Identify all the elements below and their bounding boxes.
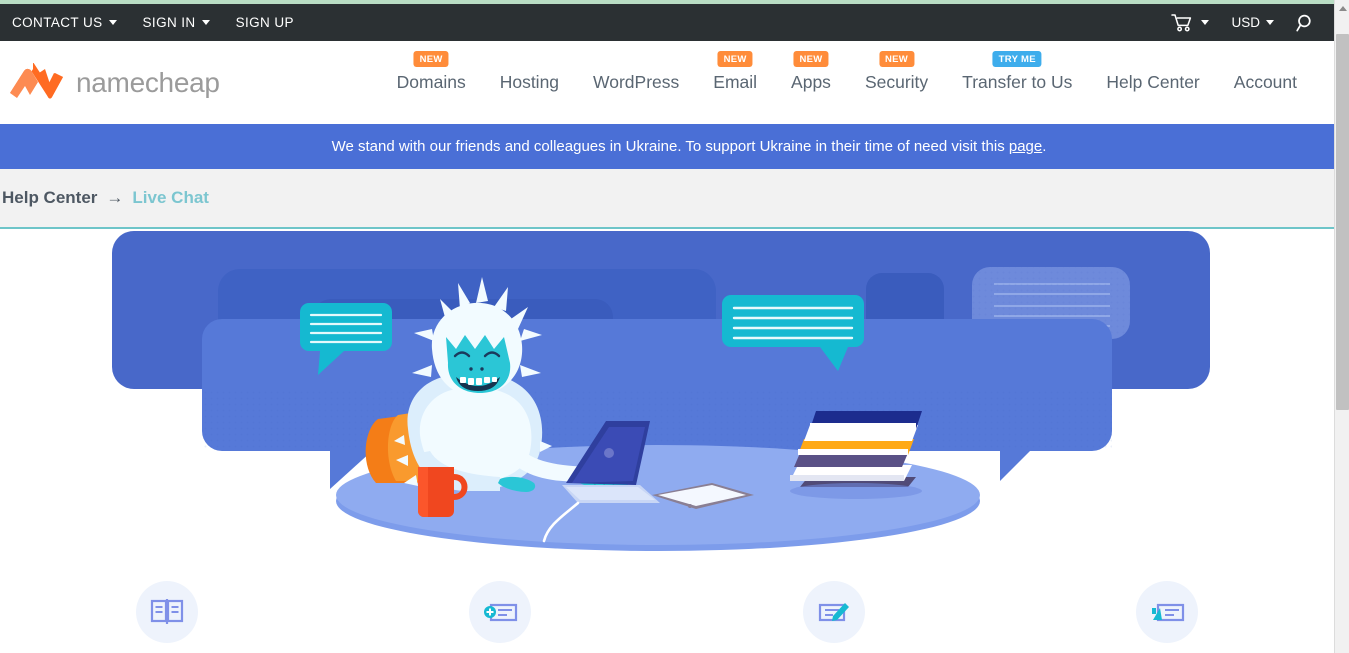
ukraine-banner-text-after: . — [1042, 138, 1047, 155]
feature-icon-strip — [0, 563, 1334, 653]
namecheap-logo-text: namecheap — [76, 66, 220, 98]
breadcrumb-item-help-center[interactable]: Help Center — [2, 188, 97, 208]
cart-button[interactable] — [1171, 13, 1210, 32]
cart-icon — [1171, 14, 1192, 32]
nav-item-account[interactable]: Account — [1217, 72, 1314, 93]
nav-item-security[interactable]: NEW Security — [848, 51, 945, 93]
feature-circle[interactable] — [135, 581, 198, 643]
announcement-card-icon — [1152, 603, 1185, 622]
currency-selector[interactable]: USD — [1231, 15, 1274, 30]
ukraine-flag-icon — [288, 137, 318, 157]
nav-item-transfer-to-us[interactable]: TRY ME Transfer to Us — [945, 51, 1089, 93]
nav-item-domains[interactable]: NEW Domains — [380, 51, 483, 93]
nav-item-help-center[interactable]: Help Center — [1089, 72, 1216, 93]
top-utility-bar: CONTACT US SIGN IN SIGN UP USD — [0, 0, 1334, 41]
nav-item-wordpress[interactable]: WordPress — [576, 72, 696, 93]
topbar-right-group: USD — [1171, 13, 1334, 33]
nav-items: NEW Domains Hosting WordPress NEW Email … — [380, 51, 1314, 93]
browser-scrollbar[interactable] — [1334, 0, 1349, 653]
breadcrumb: Help Center → Live Chat — [0, 169, 1334, 227]
nav-label-wordpress: WordPress — [593, 72, 680, 92]
nav-badge-new: NEW — [413, 51, 449, 67]
topbar-left-group: CONTACT US SIGN IN SIGN UP — [12, 15, 294, 30]
nav-label-account: Account — [1233, 72, 1297, 92]
scrollbar-up-arrow[interactable] — [1335, 0, 1349, 17]
nav-label-email: Email — [713, 72, 758, 92]
nav-label-apps: Apps — [791, 72, 831, 92]
feature-item-knowledgebase[interactable] — [0, 581, 334, 653]
hero-illustration — [0, 229, 1334, 563]
hero-section: Live Chat — [0, 227, 1334, 563]
namecheap-logo[interactable]: namecheap — [8, 62, 220, 103]
contact-us-menu[interactable]: CONTACT US — [12, 15, 117, 30]
feature-circle[interactable] — [469, 581, 532, 643]
namecheap-logo-icon — [10, 62, 63, 98]
main-navigation-bar: namecheap NEW Domains Hosting WordPress … — [0, 41, 1334, 124]
contact-us-label: CONTACT US — [12, 15, 103, 30]
chevron-down-icon — [108, 20, 117, 25]
sign-in-label: SIGN IN — [142, 15, 196, 30]
nav-label-help-center: Help Center — [1106, 72, 1200, 92]
nav-badge-new: NEW — [717, 51, 753, 67]
feature-item-submit-ticket[interactable] — [667, 581, 1001, 653]
ukraine-banner-text: We stand with our friends and colleagues… — [332, 138, 1047, 155]
open-book-icon — [150, 599, 183, 624]
feature-item-ticket-status[interactable] — [334, 581, 668, 653]
page-content: CONTACT US SIGN IN SIGN UP USD namecheap… — [0, 0, 1334, 653]
sign-in-menu[interactable]: SIGN IN — [143, 15, 210, 30]
chevron-down-icon — [1266, 20, 1274, 25]
feature-circle[interactable] — [802, 581, 865, 643]
feature-circle[interactable] — [1136, 581, 1199, 643]
currency-label: USD — [1231, 15, 1260, 30]
ukraine-banner-text-before: We stand with our friends and colleagues… — [331, 138, 1009, 155]
form-pen-icon — [818, 603, 849, 622]
nav-label-domains: Domains — [396, 72, 466, 92]
nav-item-apps[interactable]: NEW Apps — [774, 51, 848, 93]
breadcrumb-separator-icon: → — [106, 188, 124, 207]
browser-viewport: CONTACT US SIGN IN SIGN UP USD namecheap… — [0, 0, 1349, 653]
nav-badge-new: NEW — [793, 51, 829, 67]
nav-label-transfer-to-us: Transfer to Us — [962, 72, 1073, 92]
breadcrumb-item-live-chat[interactable]: Live Chat — [132, 188, 209, 208]
ukraine-banner-link[interactable]: page — [1009, 138, 1042, 155]
ukraine-support-banner: We stand with our friends and colleagues… — [0, 124, 1334, 169]
scrollbar-thumb[interactable] — [1336, 34, 1349, 410]
nav-label-security: Security — [864, 72, 929, 92]
chevron-down-icon — [201, 20, 210, 25]
sign-up-link[interactable]: SIGN UP — [236, 15, 294, 30]
search-icon[interactable] — [1296, 13, 1316, 33]
nav-label-hosting: Hosting — [499, 72, 560, 92]
chevron-down-icon — [1201, 20, 1210, 25]
nav-item-email[interactable]: NEW Email — [696, 51, 774, 93]
feature-item-announcements[interactable] — [1001, 581, 1335, 653]
nav-item-hosting[interactable]: Hosting — [483, 72, 576, 93]
ticket-card-icon — [484, 603, 518, 622]
nav-badge-new: NEW — [879, 51, 915, 67]
nav-badge-try-me: TRY ME — [992, 51, 1042, 67]
sign-up-label: SIGN UP — [235, 15, 294, 30]
